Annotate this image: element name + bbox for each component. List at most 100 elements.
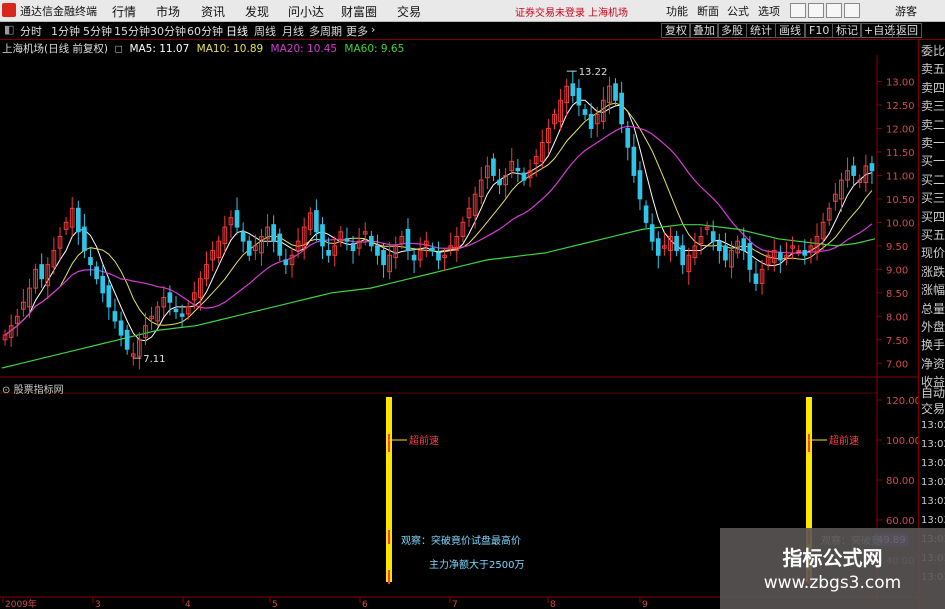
candle-down xyxy=(320,224,325,247)
chart-grid xyxy=(0,55,918,600)
ma-info-line: 上海机场(日线 前复权) ◻ MA5: 11.07 MA10: 10.89 MA… xyxy=(0,41,404,55)
chart-annotations: 13.22 7.11 xyxy=(133,67,607,365)
current-stock-name: 上海机场 xyxy=(588,8,628,19)
price-tick-label: 8.50 xyxy=(886,289,908,300)
quote-field-label: 买二 xyxy=(921,172,945,187)
quote-field-label: 买四 xyxy=(921,209,945,224)
candle-down xyxy=(582,109,588,115)
indicator-tick-label: 100.00 xyxy=(886,436,918,447)
candle-up xyxy=(796,250,802,253)
mark-button[interactable]: 标记 xyxy=(832,23,862,38)
period-tab-15min[interactable]: 15分钟 xyxy=(114,23,150,39)
tick-time: 13:02 xyxy=(921,477,945,488)
period-tab-60min[interactable]: 60分钟 xyxy=(187,23,223,39)
menu-item-discover[interactable]: 发现 xyxy=(245,3,269,20)
auto-toggle[interactable]: 自动 xyxy=(921,386,945,401)
period-tab-more[interactable]: 更多 xyxy=(346,23,368,39)
price-tick-label: 12.00 xyxy=(886,124,915,135)
kline-chart[interactable]: 13.00 12.50 12.00 11.50 11.00 10.50 10.00 9.50 9… xyxy=(0,55,918,609)
price-tick-label: 11.50 xyxy=(886,148,915,159)
period-toolbar: ◧ 分时 1分钟 5分钟 15分钟 30分钟 60分钟 日线 周线 月线 多周期… xyxy=(0,22,945,40)
price-tick-label: 9.50 xyxy=(886,242,908,253)
indicator-tick-label: 60.00 xyxy=(886,516,915,527)
candle-down xyxy=(118,320,124,336)
candle-down xyxy=(655,238,661,256)
maximize-icon[interactable] xyxy=(826,3,842,18)
candle-down xyxy=(802,250,808,256)
signal-bar xyxy=(386,397,392,582)
quote-field-label: 卖一 xyxy=(921,136,945,150)
quote-field-label: 现价 xyxy=(921,246,945,261)
menu-item-trade[interactable]: 交易 xyxy=(397,3,421,20)
collapse-icon[interactable]: ◻ xyxy=(114,43,123,55)
login-status[interactable]: 证券交易未登录 xyxy=(515,4,585,19)
collapse-panel-icon[interactable]: ◧ xyxy=(4,23,14,36)
statistics-button[interactable]: 统计 xyxy=(746,23,776,38)
multi-stock-button[interactable]: 多股 xyxy=(717,23,747,38)
low-price-label: 7.11 xyxy=(143,354,165,365)
menu-item-function[interactable]: 功能 xyxy=(666,3,688,19)
candle-down xyxy=(369,235,374,247)
minimize-icon[interactable] xyxy=(808,3,824,18)
indicator-settings-icon[interactable]: ⊙ xyxy=(2,385,10,396)
indicator-title: ⊙ 股票指标网 xyxy=(2,381,64,396)
period-tab-5min[interactable]: 5分钟 xyxy=(83,23,112,39)
quote-field-label: 卖四 xyxy=(921,80,945,95)
date-tick-label: 2009年 xyxy=(5,598,37,609)
period-tab-daily[interactable]: 日线 xyxy=(226,23,248,39)
menu-item-section[interactable]: 断面 xyxy=(697,3,719,19)
candle-down xyxy=(778,252,783,261)
quote-field-label: 卖二 xyxy=(921,117,945,132)
trade-tab[interactable]: 交易 xyxy=(921,402,945,417)
draw-line-button[interactable]: 画线 xyxy=(775,23,805,38)
candle-down xyxy=(75,207,81,233)
price-tick-label: 8.00 xyxy=(886,312,908,323)
quote-field-label: 涨幅 xyxy=(921,283,945,298)
candle-down xyxy=(619,92,624,125)
guest-user[interactable]: 游客 xyxy=(895,3,917,19)
period-tab-timeshare[interactable]: 分时 xyxy=(20,23,42,39)
candle-down xyxy=(344,238,350,242)
window-menu-icon[interactable] xyxy=(790,3,806,18)
adjust-button[interactable]: 复权 xyxy=(661,23,691,38)
ma10-label: MA10: 10.89 xyxy=(196,43,264,55)
menu-item-market[interactable]: 市场 xyxy=(156,3,180,20)
close-icon[interactable] xyxy=(844,3,860,18)
price-tick-label: 10.00 xyxy=(886,218,915,229)
menu-item-formula[interactable]: 公式 xyxy=(727,3,749,19)
candle-down xyxy=(430,247,435,252)
menu-item-wealth[interactable]: 财富圈 xyxy=(341,3,377,20)
price-tick-label: 13.00 xyxy=(886,77,915,88)
watermark-title: 指标公式网 xyxy=(782,546,883,570)
candle-down xyxy=(405,228,411,252)
candle-down xyxy=(88,257,93,266)
menu-item-assistant[interactable]: 问小达 xyxy=(288,3,324,20)
overlay-button[interactable]: 叠加 xyxy=(689,23,719,38)
signal-mark-top xyxy=(808,434,810,452)
candle-down xyxy=(112,311,118,322)
candle-down xyxy=(271,224,276,242)
date-tick-label: 8 xyxy=(550,600,556,609)
period-tab-multi[interactable]: 多周期 xyxy=(309,23,342,39)
candle-down xyxy=(649,224,655,242)
ma20-label: MA20: 10.45 xyxy=(270,43,338,55)
chart-title: 上海机场(日线 前复权) xyxy=(2,43,109,55)
period-tab-weekly[interactable]: 周线 xyxy=(254,23,276,39)
candle-down xyxy=(710,231,716,242)
menu-item-options[interactable]: 选项 xyxy=(758,3,780,19)
menu-item-news[interactable]: 资讯 xyxy=(201,3,225,20)
candle-down xyxy=(723,245,728,261)
period-tab-monthly[interactable]: 月线 xyxy=(282,23,304,39)
signal-mark-mid xyxy=(388,530,390,544)
period-tab-1min[interactable]: 1分钟 xyxy=(51,23,80,39)
quote-field-label: 卖三 xyxy=(921,99,945,114)
indicator-tick-label: 120.00 xyxy=(886,396,918,407)
period-tab-30min[interactable]: 30分钟 xyxy=(150,23,186,39)
ma60-label: MA60: 9.65 xyxy=(344,43,405,55)
chevron-right-icon[interactable]: › xyxy=(371,23,375,36)
menu-item-quotes[interactable]: 行情 xyxy=(112,3,136,20)
back-button[interactable]: 返回 xyxy=(892,23,922,38)
f10-button[interactable]: F10 xyxy=(805,23,834,38)
ma20-line xyxy=(4,125,873,336)
price-tick-label: 11.00 xyxy=(886,171,915,182)
